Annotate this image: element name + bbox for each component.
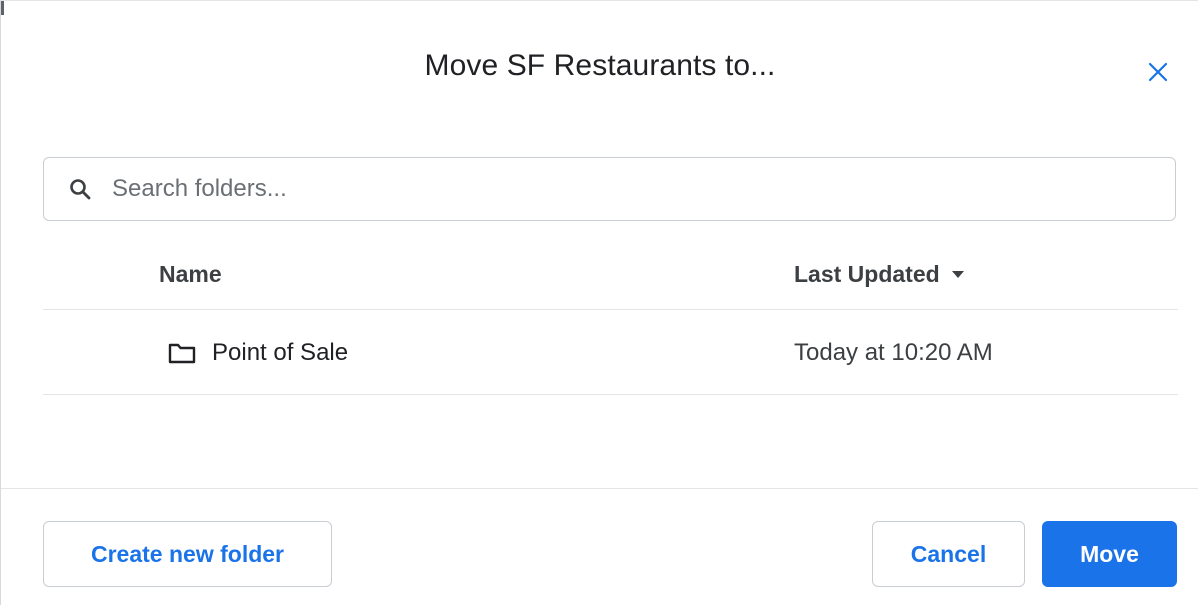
close-icon — [1148, 62, 1168, 82]
search-box[interactable] — [43, 157, 1176, 221]
search-input[interactable] — [110, 174, 1175, 204]
row-divider — [43, 394, 1178, 395]
create-new-folder-button[interactable]: Create new folder — [43, 521, 332, 587]
table-header-divider — [43, 309, 1178, 310]
folder-name: Point of Sale — [212, 339, 349, 366]
move-dialog: Move SF Restaurants to... Name Last Upda… — [0, 0, 1198, 605]
folder-icon — [168, 341, 198, 365]
last-updated-cell: Today at 10:20 AM — [794, 339, 993, 366]
cancel-button[interactable]: Cancel — [872, 521, 1025, 587]
folder-name-cell: Point of Sale — [168, 339, 348, 367]
table-row[interactable]: Point of Sale Today at 10:20 AM — [43, 311, 1178, 395]
move-button[interactable]: Move — [1042, 521, 1177, 587]
window-corner-mark — [1, 1, 4, 15]
close-button[interactable] — [1143, 57, 1173, 87]
search-icon — [66, 175, 94, 203]
column-header-last-updated-label: Last Updated — [794, 261, 940, 287]
column-header-last-updated[interactable]: Last Updated — [794, 261, 964, 288]
caret-down-icon — [951, 271, 964, 278]
footer-divider — [1, 488, 1198, 489]
column-header-name[interactable]: Name — [159, 261, 222, 288]
dialog-title: Move SF Restaurants to... — [424, 49, 776, 82]
